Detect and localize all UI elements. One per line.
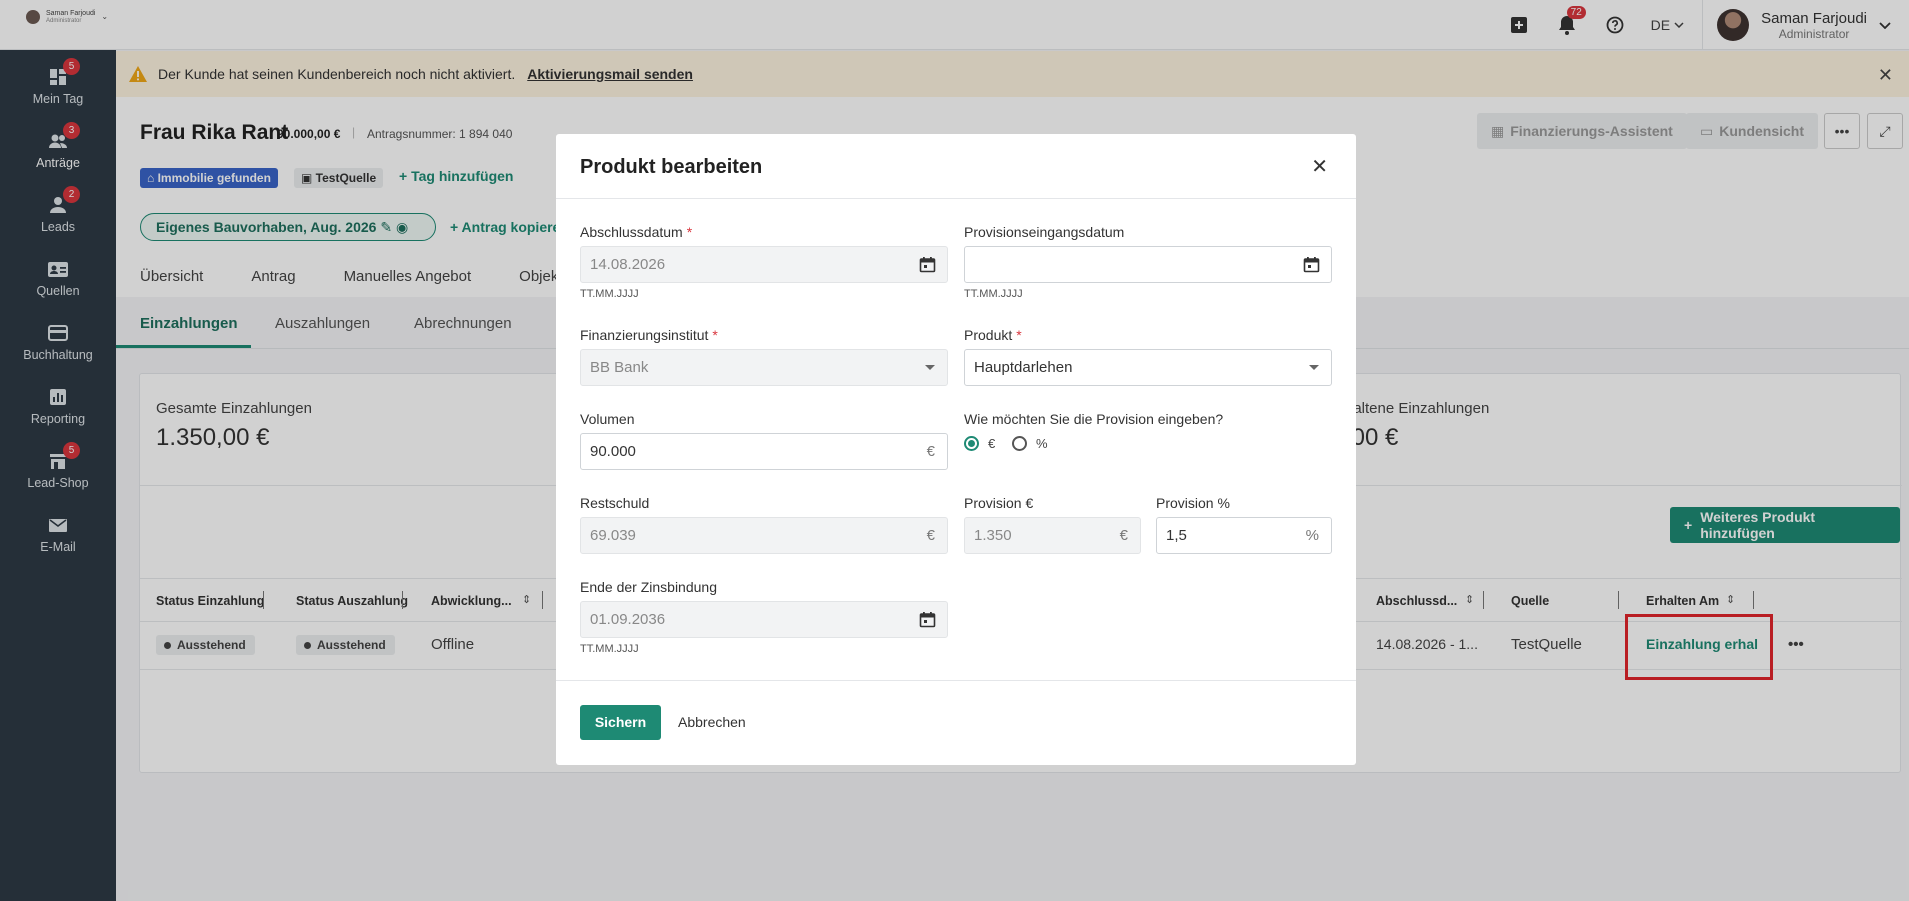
provision-mode-eur-label: € [988,436,996,451]
produkt-select[interactable]: Hauptdarlehen [964,349,1332,386]
zinsbindung-label: Ende der Zinsbindung [580,579,717,595]
volumen-label: Volumen [580,411,635,427]
currency-suffix: € [926,527,935,544]
restschuld-value: 69.039 [590,527,636,544]
provision-pct-input[interactable]: 1,5 % [1156,517,1332,554]
abschlussdatum-label: Abschlussdatum * [580,224,692,240]
zinsbindung-value: 01.09.2036 [590,611,666,628]
date-format-hint: TT.MM.JJJJ [580,643,639,655]
cancel-button[interactable]: Abbrechen [678,714,746,730]
edit-product-dialog: Produkt bearbeiten ✕ Abschlussdatum * 14.… [556,134,1356,765]
provision-eur-label: Provision € [964,495,1034,511]
provision-mode-percent-label: % [1036,436,1048,451]
produkt-value: Hauptdarlehen [974,359,1073,376]
institut-label: Finanzierungsinstitut * [580,327,718,343]
institut-select[interactable]: BB Bank [580,349,948,386]
percent-suffix: % [1305,527,1319,544]
dialog-title: Produkt bearbeiten [580,156,763,178]
calendar-icon[interactable] [1303,256,1320,273]
calendar-icon[interactable] [919,611,936,628]
divider [556,198,1356,199]
provision-pct-label: Provision % [1156,495,1230,511]
restschuld-label: Restschuld [580,495,650,511]
provision-pct-value: 1,5 [1166,527,1187,544]
volumen-input[interactable]: 90.000 € [580,433,948,470]
provision-mode-eur-radio[interactable] [964,436,979,451]
abschlussdatum-field[interactable]: 14.08.2026 [580,246,948,283]
produkt-label: Produkt * [964,327,1022,343]
restschuld-input[interactable]: 69.039 € [580,517,948,554]
abschlussdatum-value: 14.08.2026 [590,256,666,273]
required-marker: * [686,224,693,240]
dropdown-caret-icon [1309,365,1319,370]
currency-suffix: € [926,443,935,460]
close-icon[interactable]: ✕ [1311,154,1328,179]
dropdown-caret-icon [925,365,935,370]
provisionseingang-field[interactable] [964,246,1332,283]
produkt-label-text: Produkt [964,327,1013,343]
currency-suffix: € [1119,527,1128,544]
provision-mode-percent-radio[interactable] [1012,436,1027,451]
institut-label-text: Finanzierungsinstitut [580,327,709,343]
calendar-icon[interactable] [919,256,936,273]
divider [556,680,1356,681]
volumen-value: 90.000 [590,443,636,460]
provisionseingang-label: Provisionseingangsdatum [964,224,1125,240]
abschlussdatum-label-text: Abschlussdatum [580,224,683,240]
save-button[interactable]: Sichern [580,705,661,740]
provision-mode-label: Wie möchten Sie die Provision eingeben? [964,411,1224,427]
zinsbindung-field[interactable]: 01.09.2036 [580,601,948,638]
institut-value: BB Bank [590,359,649,376]
provision-eur-input[interactable]: 1.350 € [964,517,1141,554]
required-marker: * [712,327,718,343]
provision-eur-value: 1.350 [974,527,1012,544]
date-format-hint: TT.MM.JJJJ [580,288,639,300]
date-format-hint: TT.MM.JJJJ [964,288,1023,300]
required-marker: * [1016,327,1022,343]
